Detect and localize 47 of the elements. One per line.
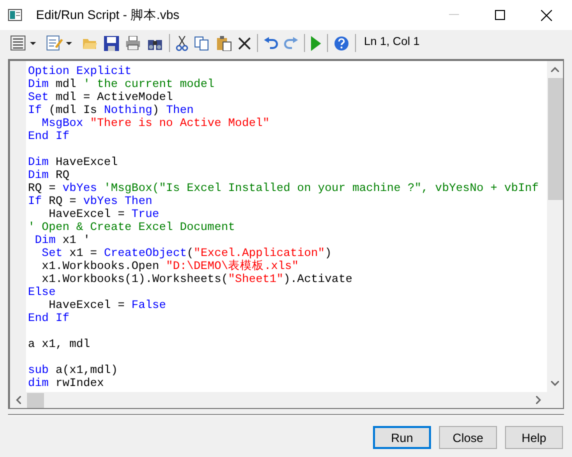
paste-icon[interactable]: [216, 36, 232, 50]
code-line: HaveExcel = False: [48, 299, 168, 312]
code-line: ' Open & Create Excel Document: [28, 221, 236, 234]
copy-icon[interactable]: [194, 36, 210, 50]
help-icon[interactable]: [334, 36, 349, 50]
code-line: Dim HaveExcel: [28, 156, 119, 169]
app-icon: [8, 9, 22, 21]
scroll-up-icon[interactable]: [551, 67, 559, 72]
save-icon[interactable]: [104, 36, 119, 50]
code-line: Set x1 = CreateObject("Excel.Application"): [40, 247, 333, 260]
run-icon[interactable]: [311, 36, 321, 50]
scrollbar-thumb[interactable]: [548, 78, 562, 200]
code-line: HaveExcel = True: [48, 208, 160, 221]
cursor-position: Ln 1, Col 1: [364, 35, 420, 50]
code-editor[interactable]: [10, 61, 547, 392]
printer-icon[interactable]: [125, 36, 141, 50]
dialog-button[interactable]: Help: [505, 426, 563, 449]
code-line: Option Explicit: [28, 65, 133, 78]
dialog-button[interactable]: Run: [373, 426, 431, 449]
code-line: RQ = vbYes 'MsgBox("Is Excel Installed on your machine ?", vbYesNo + vbInf: [28, 182, 539, 195]
code-line: dim rwIndex: [28, 377, 105, 390]
window-title: Edit/Run Script - 脚本.vbs: [36, 6, 180, 24]
code-line: sub a(x1,mdl): [28, 364, 119, 377]
undo-icon[interactable]: [264, 36, 278, 50]
redo-icon[interactable]: [284, 36, 298, 50]
code-line: Dim mdl ' the current model: [28, 78, 216, 91]
code-line: End If: [28, 130, 70, 143]
code-line: Dim x1 ': [34, 234, 92, 247]
delete-icon[interactable]: [238, 36, 251, 50]
scroll-right-icon[interactable]: [536, 396, 541, 404]
code-line: If RQ = vbYes Then: [28, 195, 154, 208]
maximize-icon[interactable]: [495, 10, 505, 20]
scrollbar-thumb[interactable]: [27, 392, 44, 408]
code-line: Dim RQ: [28, 169, 70, 182]
code-line: MsgBox "There is no Active Model": [40, 117, 271, 130]
cut-icon[interactable]: [176, 36, 188, 50]
code-line: Else: [28, 286, 57, 299]
code-line: Set mdl = ActiveModel: [28, 91, 174, 104]
code-line: a x1, mdl: [28, 338, 92, 351]
scroll-left-icon[interactable]: [16, 396, 21, 404]
dialog-button[interactable]: Close: [439, 426, 497, 449]
code-line: If (mdl Is Nothing) Then: [28, 104, 195, 117]
scroll-down-icon[interactable]: [551, 381, 559, 386]
code-line: End If: [28, 312, 70, 325]
code-line: x1.Workbooks.Open "D:\DEMO\表模板.xls": [40, 260, 300, 273]
close-icon[interactable]: [541, 10, 552, 20]
code-line: x1.Workbooks(1).Worksheets("Sheet1").Activate: [40, 273, 354, 286]
